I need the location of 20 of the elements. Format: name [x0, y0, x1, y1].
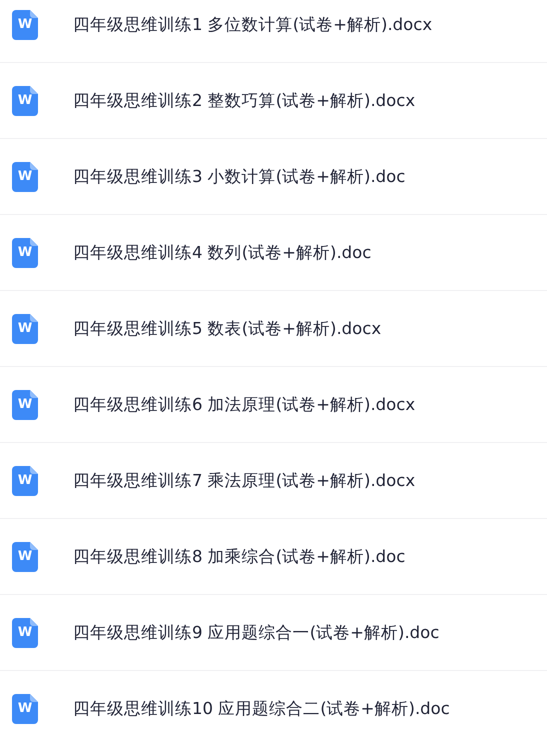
document-icon: W — [12, 314, 38, 344]
file-name: 四年级思维训练9 应用题综合一(试卷+解析).doc — [73, 622, 440, 644]
document-icon: W — [12, 618, 38, 648]
document-icon: W — [12, 542, 38, 572]
file-name: 四年级思维训练7 乘法原理(试卷+解析).docx — [73, 470, 416, 492]
file-name: 四年级思维训练5 数表(试卷+解析).docx — [73, 318, 382, 340]
file-name: 四年级思维训练3 小数计算(试卷+解析).doc — [73, 166, 406, 188]
document-icon: W — [12, 86, 38, 116]
document-icon: W — [12, 694, 38, 724]
document-icon: W — [12, 10, 38, 40]
file-name: 四年级思维训练10 应用题综合二(试卷+解析).doc — [73, 698, 450, 720]
file-name: 四年级思维训练1 多位数计算(试卷+解析).docx — [73, 14, 432, 36]
document-icon: W — [12, 466, 38, 496]
document-icon: W — [12, 390, 38, 420]
document-icon: W — [12, 162, 38, 192]
file-name: 四年级思维训练8 加乘综合(试卷+解析).doc — [73, 546, 406, 568]
file-name: 四年级思维训练4 数列(试卷+解析).doc — [73, 242, 372, 264]
file-name: 四年级思维训练6 加法原理(试卷+解析).docx — [73, 394, 416, 416]
file-name: 四年级思维训练2 整数巧算(试卷+解析).docx — [73, 90, 416, 112]
document-icon: W — [12, 238, 38, 268]
